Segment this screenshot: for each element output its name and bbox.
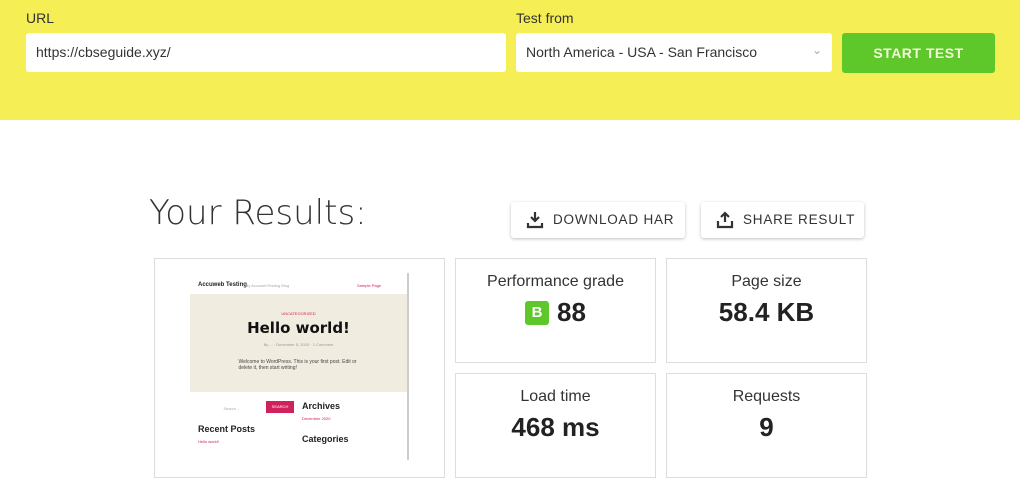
url-input[interactable]: https://cbseguide.xyz/	[26, 33, 506, 72]
url-label: URL	[26, 10, 55, 26]
thumb-recent: Recent Posts	[198, 424, 256, 434]
page-size-value: 58.4 KB	[718, 297, 815, 327]
thumb-tagline: My AccuwebTesting Blog	[245, 283, 290, 288]
performance-label: Performance grade	[487, 273, 624, 290]
location-value: North America - USA - San Francisco	[526, 44, 758, 60]
thumb-categories: Categories	[302, 434, 349, 444]
download-har-button[interactable]: DOWNLOAD HAR	[511, 202, 685, 238]
requests-label: Requests	[732, 388, 801, 405]
screenshot-card: Accuweb Testing My AccuwebTesting Blog S…	[154, 258, 445, 478]
thumb-site: Accuweb Testing	[198, 282, 247, 288]
thumb-body: Welcome to WordPress. This is your first…	[238, 359, 357, 371]
thumb-archive-item: December 2020	[302, 416, 331, 421]
requests-value: 9	[759, 412, 774, 442]
test-form-banner: URL https://cbseguide.xyz/ Test from Nor…	[0, 0, 1020, 120]
thumb-category: UNCATEGORIZED	[281, 311, 316, 316]
page-title: Your Results:	[149, 193, 367, 233]
thumb-scrollbar	[407, 273, 409, 460]
performance-card: Performance grade B 88	[455, 258, 656, 363]
load-time-value: 468 ms	[511, 412, 600, 442]
load-time-card: Load time 468 ms	[455, 373, 656, 478]
thumb-hero: UNCATEGORIZED Hello world! By ... · Dece…	[190, 294, 407, 392]
download-icon	[526, 212, 544, 229]
page-size-label: Page size	[731, 273, 802, 290]
share-icon	[716, 211, 734, 229]
start-test-button[interactable]: START TEST	[842, 33, 995, 73]
requests-card: Requests 9	[666, 373, 867, 478]
thumb-post-title: Hello world!	[247, 319, 350, 337]
share-result-button[interactable]: SHARE RESULT	[701, 202, 864, 238]
thumb-recent-item: Hello world!	[198, 439, 219, 444]
load-time-label: Load time	[520, 388, 591, 405]
page-screenshot: Accuweb Testing My AccuwebTesting Blog S…	[190, 273, 409, 460]
test-from-label: Test from	[516, 10, 574, 26]
thumb-search: Search ...	[223, 406, 241, 411]
thumb-meta: By ... · December 5, 2020 · 1 Comment	[263, 342, 334, 347]
chevron-down-icon: ⌄	[811, 43, 822, 57]
page-size-card: Page size 58.4 KB	[666, 258, 867, 363]
thumb-search-btn: SEARCH	[266, 401, 294, 413]
performance-score: 88	[557, 297, 586, 327]
download-har-label: DOWNLOAD HAR	[553, 212, 675, 227]
thumb-nav: Sample Page	[357, 283, 382, 288]
grade-badge: B	[525, 301, 550, 325]
location-select[interactable]: North America - USA - San Francisco ⌄	[516, 33, 832, 72]
thumb-archives: Archives	[302, 401, 341, 411]
share-result-label: SHARE RESULT	[743, 212, 856, 227]
